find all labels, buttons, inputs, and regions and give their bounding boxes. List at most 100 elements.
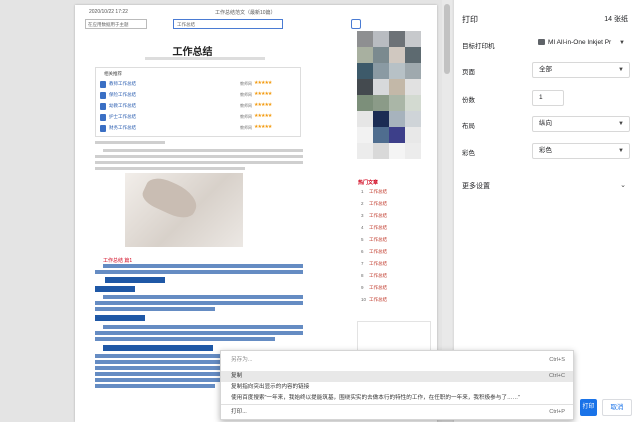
toc-tag: 教师网 bbox=[240, 92, 252, 97]
chevron-down-icon: ▼ bbox=[619, 40, 625, 46]
color-select[interactable]: 彩色 ▼ bbox=[532, 143, 630, 159]
toc-link: 幼教工作总结 bbox=[109, 103, 136, 108]
more-settings-toggle[interactable]: 更多设置 bbox=[462, 181, 490, 191]
toc-tag: 教师网 bbox=[240, 103, 252, 108]
search-icon bbox=[351, 19, 361, 29]
doc-title: 工作总结 bbox=[172, 47, 213, 58]
document-icon bbox=[100, 92, 106, 99]
hot-articles-heading: 热门文章 bbox=[358, 180, 379, 186]
layout-label: 布局 bbox=[462, 123, 475, 130]
destination-select[interactable]: MI All-in-One Inkjet Pr ▼ bbox=[532, 36, 630, 52]
menu-separator bbox=[221, 404, 573, 405]
star-rating: ★★★★★ bbox=[254, 113, 272, 119]
site-select: 在应用数据用于主题 bbox=[85, 19, 147, 29]
selected-text-line[interactable] bbox=[95, 337, 275, 341]
sheet-count: 14 张纸 bbox=[604, 16, 628, 23]
page-header-title: 工作总结范文（最新10篇） bbox=[215, 10, 276, 16]
article-photo bbox=[125, 172, 243, 247]
section-title: 工作总结 篇1 bbox=[103, 258, 133, 264]
site-search-field: 工作总结 bbox=[173, 19, 283, 29]
selected-heading[interactable] bbox=[95, 286, 135, 292]
copies-input[interactable]: 1 bbox=[532, 90, 564, 106]
selected-heading[interactable] bbox=[103, 345, 213, 351]
document-icon bbox=[100, 114, 106, 121]
text-line bbox=[103, 149, 303, 152]
thumbnail-grid bbox=[357, 31, 421, 171]
menu-item-search-baidu[interactable]: 使用百度搜索“一年来，我始终以提能筑基，围绕实实的去做本行的特性的工作，在任职的… bbox=[221, 393, 573, 404]
page-header-date: 2020/10/22 17:22 bbox=[89, 9, 128, 15]
pages-value: 全部 bbox=[539, 66, 552, 73]
text-line bbox=[95, 141, 165, 144]
chevron-down-icon: ▼ bbox=[618, 148, 624, 154]
print-button[interactable]: 打印 bbox=[580, 399, 597, 416]
selected-text-line[interactable] bbox=[103, 325, 303, 329]
chevron-down-icon: ▼ bbox=[618, 67, 624, 73]
list-item: 5 工作总结 bbox=[361, 237, 387, 242]
pages-select[interactable]: 全部 ▼ bbox=[532, 62, 630, 78]
text-line bbox=[95, 161, 303, 164]
list-item: 2 工作总结 bbox=[361, 201, 387, 206]
list-item: 4 工作总结 bbox=[361, 225, 387, 230]
selected-heading[interactable] bbox=[105, 277, 165, 283]
toc-link: 教师工作总结 bbox=[109, 81, 136, 86]
list-item: 3 工作总结 bbox=[361, 213, 387, 218]
selected-text-line[interactable] bbox=[95, 270, 303, 274]
text-line bbox=[95, 167, 245, 170]
toc-link: 护士工作总结 bbox=[109, 114, 136, 119]
menu-item-copy[interactable]: 复制 Ctrl+C bbox=[221, 371, 573, 382]
list-item: 6 工作总结 bbox=[361, 249, 387, 254]
list-item: 1 工作总结 bbox=[361, 189, 387, 194]
list-item: 护士工作总结 教师网 ★★★★★ bbox=[100, 113, 296, 123]
destination-value: MI All-in-One Inkjet Pr bbox=[548, 39, 612, 46]
context-menu: 另存为... Ctrl+S 复制 Ctrl+C 复制指向突出显示的内容的链接 使… bbox=[220, 350, 574, 420]
selected-text-line[interactable] bbox=[103, 295, 303, 299]
list-item: 教师工作总结 教师网 ★★★★★ bbox=[100, 80, 296, 90]
selected-text-line[interactable] bbox=[103, 264, 303, 268]
printer-icon bbox=[538, 39, 545, 45]
menu-item-copy-link-to-highlight[interactable]: 复制指向突出显示的内容的链接 bbox=[221, 382, 573, 393]
document-icon bbox=[100, 125, 106, 132]
list-item: 保险工作总结 教师网 ★★★★★ bbox=[100, 91, 296, 101]
color-value: 彩色 bbox=[539, 147, 552, 154]
star-rating: ★★★★★ bbox=[254, 124, 272, 130]
chevron-down-icon[interactable]: ⌄ bbox=[620, 181, 626, 189]
print-preview-window: 2020/10/22 17:22 工作总结范文（最新10篇） 在应用数据用于主题… bbox=[0, 0, 640, 422]
menu-item-save-as[interactable]: 另存为... Ctrl+S bbox=[221, 355, 573, 366]
star-rating: ★★★★★ bbox=[254, 102, 272, 108]
toc-tag: 教师网 bbox=[240, 81, 252, 86]
toc-tag: 教师网 bbox=[240, 125, 252, 130]
selected-heading[interactable] bbox=[95, 315, 145, 321]
print-title: 打印 bbox=[462, 15, 478, 24]
document-icon bbox=[100, 81, 106, 88]
layout-value: 纵向 bbox=[539, 120, 552, 127]
selected-text-line[interactable] bbox=[95, 331, 303, 335]
list-item: 财务工作总结 教师网 ★★★★★ bbox=[100, 124, 296, 134]
list-item: 10 工作总结 bbox=[361, 297, 387, 302]
list-item: 幼教工作总结 教师网 ★★★★★ bbox=[100, 102, 296, 112]
document-icon bbox=[100, 103, 106, 110]
hand-writing-image bbox=[139, 172, 202, 224]
preview-scroll-thumb[interactable] bbox=[444, 4, 450, 74]
cancel-button[interactable]: 取消 bbox=[602, 399, 632, 416]
star-rating: ★★★★★ bbox=[254, 91, 272, 97]
toc-link: 保险工作总结 bbox=[109, 92, 136, 97]
color-label: 彩色 bbox=[462, 150, 475, 157]
doc-meta-line bbox=[145, 57, 265, 60]
list-item: 9 工作总结 bbox=[361, 285, 387, 290]
toc-tag: 教师网 bbox=[240, 114, 252, 119]
toc-link: 财务工作总结 bbox=[109, 125, 136, 130]
list-item: 8 工作总结 bbox=[361, 273, 387, 278]
copies-label: 份数 bbox=[462, 97, 475, 104]
list-item: 7 工作总结 bbox=[361, 261, 387, 266]
site-topbar: 在应用数据用于主题 工作总结 bbox=[81, 19, 431, 31]
layout-select[interactable]: 纵向 ▼ bbox=[532, 116, 630, 132]
recommend-box: 相关推荐 教师工作总结 教师网 ★★★★★ 保险工作总结 教师网 ★★★★★ 幼… bbox=[95, 67, 301, 137]
selected-text-line[interactable] bbox=[95, 307, 215, 311]
menu-item-print[interactable]: 打印... Ctrl+P bbox=[221, 407, 573, 418]
selected-text-line[interactable] bbox=[95, 301, 303, 305]
chevron-down-icon: ▼ bbox=[618, 121, 624, 127]
selected-text-line[interactable] bbox=[95, 384, 215, 388]
star-rating: ★★★★★ bbox=[254, 80, 272, 86]
pages-label: 页面 bbox=[462, 69, 475, 76]
destination-label: 目标打印机 bbox=[462, 43, 495, 50]
